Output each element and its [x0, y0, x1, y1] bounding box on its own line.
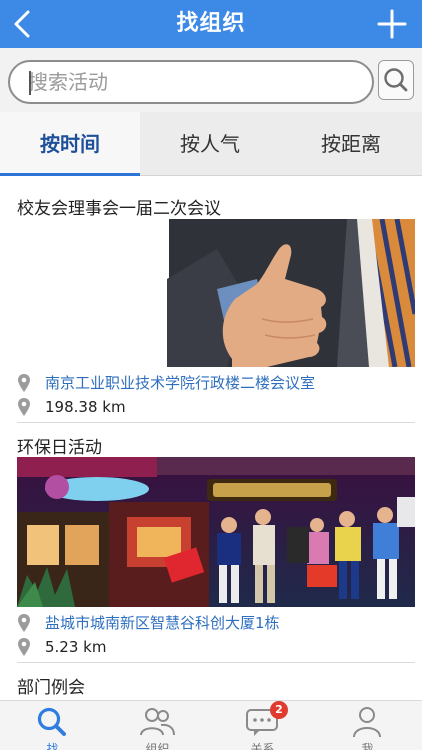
bottom-navigation: 找 组织 2 关系 我 [0, 700, 422, 750]
nav-label: 我 [361, 742, 374, 750]
nav-me[interactable]: 我 [315, 701, 420, 750]
tab-by-time[interactable]: 按时间 [0, 112, 140, 176]
activity-list: 校友会理事会一届二次会议 南京工业职业技术学院行政楼二楼会议室 198.38 k… [0, 177, 422, 700]
search-icon [384, 68, 408, 92]
tab-by-distance[interactable]: 按距离 [280, 112, 422, 176]
nav-relations[interactable]: 2 关系 [210, 701, 315, 750]
location-pin-icon [18, 614, 30, 632]
location-pin-icon [18, 374, 30, 392]
search-icon [37, 707, 66, 736]
person-icon [353, 707, 381, 738]
nav-label: 找 [46, 742, 59, 750]
page-title: 找组织 [176, 11, 246, 36]
activity-title: 校友会理事会一届二次会议 [17, 199, 221, 219]
search-button[interactable] [378, 60, 414, 100]
activity-image-shopping[interactable] [17, 457, 415, 607]
divider [17, 662, 415, 663]
location-text[interactable]: 盐城市城南新区智慧谷科创大厦1栋 [45, 612, 280, 634]
search-field-container [8, 60, 374, 104]
unread-badge: 2 [270, 701, 288, 719]
location-pin-icon [18, 398, 30, 416]
distance-text: 198.38 km [45, 398, 126, 416]
activity-image-handshake[interactable] [17, 219, 415, 367]
distance-text: 5.23 km [45, 638, 107, 656]
nav-label: 组织 [145, 742, 170, 750]
tab-by-popularity[interactable]: 按人气 [140, 112, 280, 176]
location-text[interactable]: 南京工业职业技术学院行政楼二楼会议室 [45, 372, 315, 394]
search-bar [0, 48, 422, 112]
search-input[interactable] [28, 68, 358, 96]
title-bar: 找组织 [0, 0, 422, 48]
nav-find[interactable]: 找 [0, 701, 105, 750]
activity-title: 环保日活动 [17, 438, 102, 458]
divider [17, 422, 415, 423]
plus-icon[interactable] [374, 6, 410, 42]
location-pin-icon [18, 638, 30, 656]
nav-organization[interactable]: 组织 [105, 701, 210, 750]
activity-title: 部门例会 [17, 678, 85, 698]
shopping-plaza-photo [17, 457, 415, 607]
group-icon [140, 708, 175, 736]
nav-label: 关系 [250, 742, 275, 750]
handshake-photo [17, 219, 415, 367]
sort-tabs: 按时间 按人气 按距离 [0, 112, 422, 176]
text-cursor [29, 71, 31, 95]
